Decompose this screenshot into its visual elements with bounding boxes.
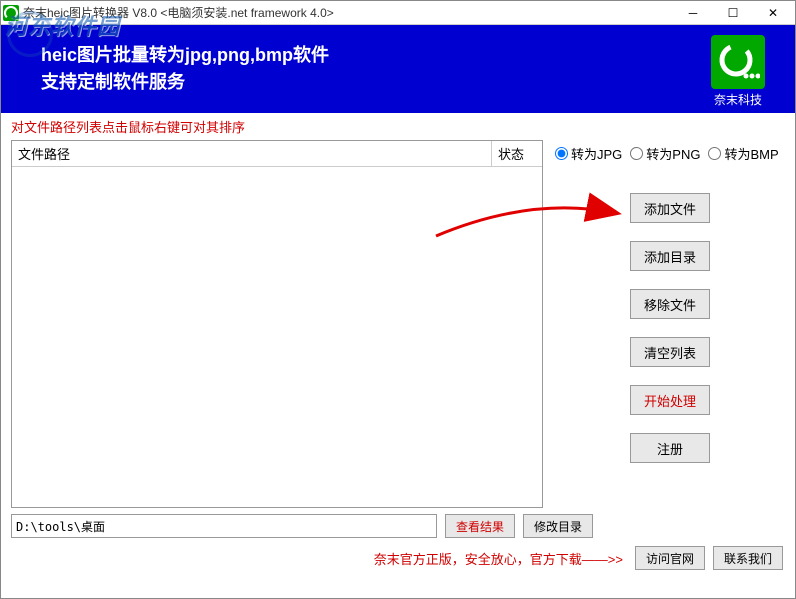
register-button[interactable]: 注册 [630, 433, 710, 463]
remove-file-button[interactable]: 移除文件 [630, 289, 710, 319]
brand-logo: 奈末科技 [711, 35, 765, 108]
radio-jpg[interactable]: 转为JPG [555, 144, 622, 163]
footer-text: 奈末官方正版，安全放心，官方下载——>> [374, 549, 623, 568]
banner: heic图片批量转为jpg,png,bmp软件 支持定制软件服务 奈末科技 [1, 25, 795, 113]
start-button[interactable]: 开始处理 [630, 385, 710, 415]
close-button[interactable]: ✕ [753, 2, 793, 24]
radio-png[interactable]: 转为PNG [630, 144, 700, 163]
add-file-button[interactable]: 添加文件 [630, 193, 710, 223]
hint-text: 对文件路径列表点击鼠标右键可对其排序 [1, 113, 795, 140]
minimize-button[interactable]: ─ [673, 2, 713, 24]
window-title: 奈末heic图片转换器 V8.0 <电脑须安装.net framework 4.… [23, 4, 673, 21]
maximize-button[interactable]: ☐ [713, 2, 753, 24]
output-path-input[interactable] [11, 514, 437, 538]
format-radio-group: 转为JPG 转为PNG 转为BMP [555, 144, 785, 163]
titlebar: 奈末heic图片转换器 V8.0 <电脑须安装.net framework 4.… [1, 1, 795, 25]
watermark: 河东软件园 [5, 9, 120, 41]
visit-site-button[interactable]: 访问官网 [635, 546, 705, 570]
add-dir-button[interactable]: 添加目录 [630, 241, 710, 271]
view-result-button[interactable]: 查看结果 [445, 514, 515, 538]
column-header-status[interactable]: 状态 [492, 141, 542, 166]
radio-bmp[interactable]: 转为BMP [708, 144, 778, 163]
contact-button[interactable]: 联系我们 [713, 546, 783, 570]
banner-text: heic图片批量转为jpg,png,bmp软件 支持定制软件服务 [41, 42, 329, 96]
column-header-path[interactable]: 文件路径 [12, 141, 492, 166]
change-dir-button[interactable]: 修改目录 [523, 514, 593, 538]
clear-list-button[interactable]: 清空列表 [630, 337, 710, 367]
file-table[interactable]: 文件路径 状态 [11, 140, 543, 508]
